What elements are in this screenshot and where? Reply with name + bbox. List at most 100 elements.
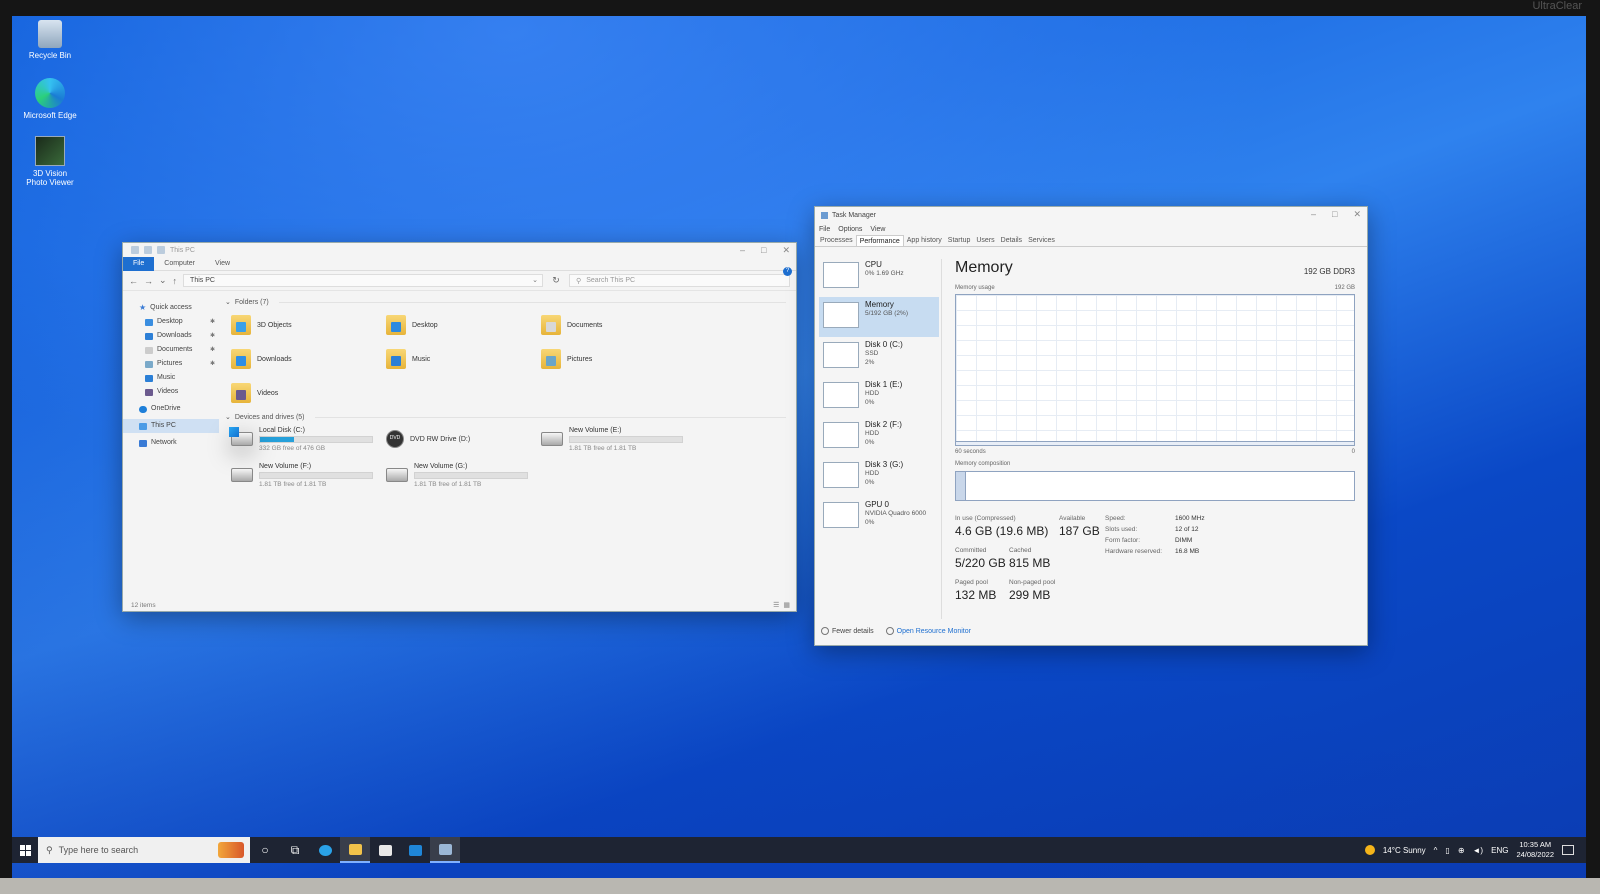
window-controls: – □ ✕ [1311,209,1361,220]
drives-group-header[interactable]: ⌄ Devices and drives (5) [225,411,796,424]
memory-in-use-segment [956,472,967,500]
resource-item-disk-1-e[interactable]: Disk 1 (E:) HDD 0% [819,377,939,417]
nav-item-downloads[interactable]: Downloads ✱ [123,329,219,343]
large-icons-view-icon[interactable]: ▦ [783,601,790,609]
weather-text[interactable]: 14°C Sunny [1383,846,1426,855]
edge-taskbar-icon[interactable] [310,837,340,863]
maximize-icon[interactable]: □ [761,245,766,256]
folder-item[interactable]: Desktop [386,309,541,341]
task-view-icon[interactable]: ⧉ [280,837,310,863]
drive-item[interactable]: Local Disk (C:) 332 GB free of 476 GB [229,424,386,454]
chevron-down-icon[interactable]: ⌄ [532,276,538,284]
tab-details[interactable]: Details [998,235,1025,246]
task-manager-taskbar-icon[interactable] [430,837,460,863]
folder-item[interactable]: Pictures [541,343,696,375]
folders-group-header[interactable]: ⌄ Folders (7) [225,296,796,309]
device-icon[interactable]: ▯ [1445,846,1449,855]
tab-app-history[interactable]: App history [904,235,945,246]
desktop-icon-recycle-bin[interactable]: Recycle Bin [22,20,78,60]
search-highlight-icon[interactable] [218,842,244,858]
refresh-icon[interactable]: ↻ [549,275,563,286]
drive-item[interactable]: New Volume (G:) 1.81 TB free of 1.81 TB [386,460,541,490]
network-globe-icon[interactable]: ⊕ [1458,846,1465,855]
drive-item[interactable]: New Volume (E:) 1.81 TB free of 1.81 TB [541,424,696,454]
drive-item[interactable]: DVD DVD RW Drive (D:) [386,424,541,454]
maximize-icon[interactable]: □ [1332,209,1337,220]
resource-item-disk-3-g[interactable]: Disk 3 (G:) HDD 0% [819,457,939,497]
nav-item-network[interactable]: Network [123,436,219,450]
menu-bar: File Options View [815,223,1367,235]
resource-item-disk-2-f[interactable]: Disk 2 (F:) HDD 0% [819,417,939,457]
taskbar-search-input[interactable]: ⚲ Type here to search [38,837,250,863]
drive-item[interactable]: New Volume (F:) 1.81 TB free of 1.81 TB [231,460,386,490]
properties-icon[interactable] [144,246,152,254]
tab-file[interactable]: File [123,256,155,271]
chevron-up-icon[interactable]: ^ [1434,846,1438,855]
address-bar[interactable]: This PC ⌄ [183,274,544,287]
desktop-icon-edge[interactable]: Microsoft Edge [22,78,78,120]
nav-item-onedrive[interactable]: OneDrive [123,402,219,416]
up-icon[interactable]: ↑ [173,276,178,286]
forward-icon[interactable]: → [144,276,153,286]
language-indicator[interactable]: ENG [1491,846,1508,855]
nav-item-pictures[interactable]: Pictures ✱ [123,357,219,371]
resource-item-disk-0-c[interactable]: Disk 0 (C:) SSD 2% [819,337,939,377]
store-taskbar-icon[interactable] [370,837,400,863]
resource-item-gpu-0[interactable]: GPU 0 NVIDIA Quadro 6000 0% [819,497,939,537]
nav-item-music[interactable]: Music [123,371,219,385]
cortana-icon[interactable]: ○ [250,837,280,863]
search-input[interactable]: ⚲ Search This PC [569,274,790,287]
taskmgr-titlebar[interactable]: Task Manager [815,207,1367,223]
resource-thumbnail-graph [823,502,859,528]
minimize-icon[interactable]: – [740,245,745,256]
menu-file[interactable]: File [819,226,830,233]
tab-processes[interactable]: Processes [817,235,856,246]
folder-item[interactable]: Videos [231,377,386,409]
folder-item[interactable]: 3D Objects [231,309,386,341]
explorer-titlebar[interactable]: This PC [123,243,796,257]
file-explorer-taskbar-icon[interactable] [340,837,370,863]
mail-taskbar-icon[interactable] [400,837,430,863]
drive-usage-bar [259,471,373,479]
breadcrumb[interactable]: This PC [190,277,215,284]
tab-computer[interactable]: Computer [154,257,205,271]
nav-item-quick-access[interactable]: ★ Quick access [123,301,219,315]
resource-item-memory[interactable]: Memory 5/192 GB (2%) [819,297,939,337]
nav-item-desktop[interactable]: Desktop ✱ [123,315,219,329]
resource-item-cpu[interactable]: CPU 0% 1.69 GHz [819,257,939,297]
nav-item-videos[interactable]: Videos [123,385,219,399]
close-icon[interactable]: ✕ [782,245,790,256]
close-icon[interactable]: ✕ [1353,209,1361,220]
tab-view[interactable]: View [205,257,240,271]
help-icon[interactable]: ? [783,267,792,276]
start-button[interactable] [12,837,38,863]
menu-options[interactable]: Options [838,226,862,233]
folder-item[interactable]: Documents [541,309,696,341]
folder-item[interactable]: Downloads [231,343,386,375]
menu-view[interactable]: View [870,226,885,233]
nav-item-this-pc[interactable]: This PC [123,419,219,433]
sun-icon[interactable] [1364,845,1375,855]
fewer-details-button[interactable]: Fewer details [821,627,874,635]
open-resource-monitor-link[interactable]: Open Resource Monitor [885,627,971,635]
windows-logo-icon [19,844,31,856]
notifications-icon[interactable] [1562,845,1574,855]
details-view-icon[interactable]: ☰ [773,601,779,609]
new-folder-icon[interactable] [157,246,165,254]
minimize-icon[interactable]: – [1311,209,1316,220]
folder-item[interactable]: Music [386,343,541,375]
clock[interactable]: 10:35 AM 24/08/2022 [1516,840,1554,860]
tab-startup[interactable]: Startup [945,235,974,246]
recent-locations-icon[interactable]: ⌄ [159,275,167,286]
stat-paged-pool: Paged pool 132 MB [955,579,997,602]
desktop-icon-3d-vision[interactable]: 3D Vision Photo Viewer [22,136,78,187]
tab-users[interactable]: Users [973,235,997,246]
volume-icon[interactable]: ◄) [1473,846,1484,855]
quick-access-toolbar-icon[interactable] [131,246,139,254]
back-icon[interactable]: ← [129,276,138,286]
tab-performance[interactable]: Performance [855,235,904,246]
resource-name: Memory [865,300,894,309]
nav-item-documents[interactable]: Documents ✱ [123,343,219,357]
tab-services[interactable]: Services [1025,235,1058,246]
dvd-drive-icon: DVD [386,430,404,448]
